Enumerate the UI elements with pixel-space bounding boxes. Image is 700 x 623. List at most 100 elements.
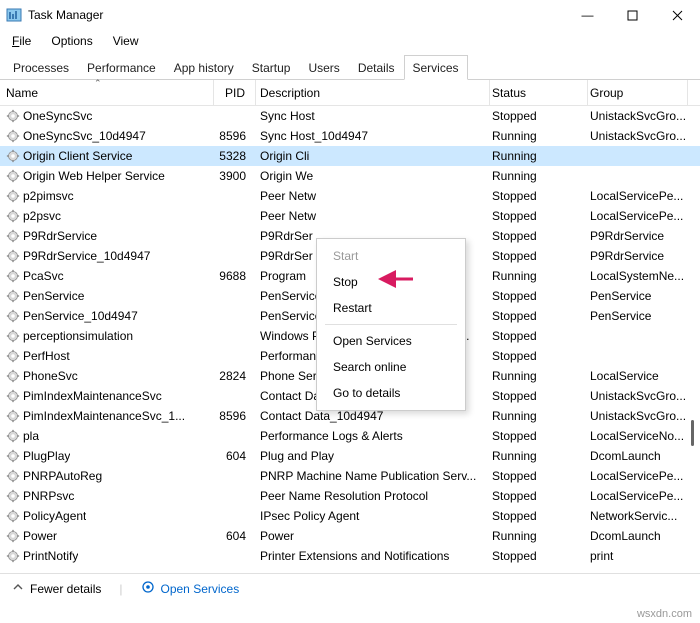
service-description: Origin Cli: [256, 149, 490, 163]
service-gear-icon: [6, 169, 20, 183]
service-status: Stopped: [490, 109, 588, 123]
menu-item-restart[interactable]: Restart: [317, 295, 465, 321]
service-name: OneSyncSvc: [23, 109, 92, 123]
service-name: PhoneSvc: [23, 369, 78, 383]
service-group: PenService: [588, 289, 688, 303]
service-group: PenService: [588, 309, 688, 323]
app-icon: [6, 7, 22, 23]
window-title: Task Manager: [28, 8, 103, 22]
service-group: LocalServicePe...: [588, 189, 688, 203]
header-group[interactable]: Group: [588, 80, 688, 105]
tab-app-history[interactable]: App history: [165, 55, 243, 79]
service-status: Stopped: [490, 469, 588, 483]
window-controls: —: [565, 0, 700, 30]
scrollbar-thumb[interactable]: [691, 420, 694, 446]
close-button[interactable]: [655, 0, 700, 30]
service-pid: 3900: [214, 169, 256, 183]
service-status: Running: [490, 129, 588, 143]
service-group: P9RdrService: [588, 229, 688, 243]
service-group: UnistackSvcGro...: [588, 129, 688, 143]
table-row[interactable]: p2pimsvcPeer NetwStoppedLocalServicePe..…: [0, 186, 700, 206]
table-row[interactable]: p2psvcPeer NetwStoppedLocalServicePe...: [0, 206, 700, 226]
service-gear-icon: [6, 289, 20, 303]
tab-users[interactable]: Users: [299, 55, 348, 79]
service-name: PolicyAgent: [23, 509, 86, 523]
service-status: Running: [490, 149, 588, 163]
header-name[interactable]: Name⌃: [6, 80, 214, 105]
menu-item-go-to-details[interactable]: Go to details: [317, 380, 465, 406]
service-gear-icon: [6, 129, 20, 143]
service-name: perceptionsimulation: [23, 329, 133, 343]
service-pid: 604: [214, 529, 256, 543]
service-gear-icon: [6, 229, 20, 243]
service-gear-icon: [6, 549, 20, 563]
service-group: DcomLaunch: [588, 449, 688, 463]
table-row[interactable]: PNRPAutoRegPNRP Machine Name Publication…: [0, 466, 700, 486]
service-group: LocalServicePe...: [588, 209, 688, 223]
service-gear-icon: [6, 269, 20, 283]
tab-strip: Processes Performance App history Startu…: [0, 52, 700, 80]
table-row[interactable]: plaPerformance Logs & AlertsStoppedLocal…: [0, 426, 700, 446]
service-name: PenService: [23, 289, 84, 303]
chevron-up-icon: [12, 581, 24, 596]
service-status: Running: [490, 529, 588, 543]
service-status: Stopped: [490, 209, 588, 223]
titlebar: Task Manager —: [0, 0, 700, 30]
tab-processes[interactable]: Processes: [4, 55, 78, 79]
menu-separator: [325, 324, 457, 325]
service-name: p2psvc: [23, 209, 61, 223]
service-name: P9RdrService_10d4947: [23, 249, 150, 263]
menubar: File Options View: [0, 30, 700, 52]
service-name: PimIndexMaintenanceSvc: [23, 389, 162, 403]
service-name: PNRPAutoReg: [23, 469, 102, 483]
table-row[interactable]: Origin Client Service5328Origin CliRunni…: [0, 146, 700, 166]
service-description: Contact Data_10d4947: [256, 409, 490, 423]
vertical-scrollbar[interactable]: [688, 240, 694, 620]
table-row[interactable]: PolicyAgentIPsec Policy AgentStoppedNetw…: [0, 506, 700, 526]
service-status: Running: [490, 409, 588, 423]
header-status[interactable]: Status: [490, 80, 588, 105]
table-row[interactable]: Power604PowerRunningDcomLaunch: [0, 526, 700, 546]
service-group: LocalSystemNe...: [588, 269, 688, 283]
service-gear-icon: [6, 489, 20, 503]
service-gear-icon: [6, 449, 20, 463]
open-services-link[interactable]: Open Services: [141, 580, 240, 597]
service-group: LocalServiceNo...: [588, 429, 688, 443]
service-gear-icon: [6, 149, 20, 163]
tab-startup[interactable]: Startup: [243, 55, 300, 79]
table-row[interactable]: PrintNotifyPrinter Extensions and Notifi…: [0, 546, 700, 566]
service-pid: 604: [214, 449, 256, 463]
service-status: Stopped: [490, 229, 588, 243]
menu-options[interactable]: Options: [41, 32, 102, 50]
watermark: wsxdn.com: [637, 608, 692, 620]
menu-view[interactable]: View: [103, 32, 149, 50]
table-row[interactable]: Origin Web Helper Service3900Origin WeRu…: [0, 166, 700, 186]
table-row[interactable]: PlugPlay604Plug and PlayRunningDcomLaunc…: [0, 446, 700, 466]
tab-services[interactable]: Services: [404, 55, 468, 80]
service-name: Power: [23, 529, 57, 543]
menu-item-start[interactable]: Start: [317, 243, 465, 269]
service-pid: 9688: [214, 269, 256, 283]
menu-item-open-services[interactable]: Open Services: [317, 328, 465, 354]
table-row[interactable]: OneSyncSvcSync HostStoppedUnistackSvcGro…: [0, 106, 700, 126]
header-description[interactable]: Description: [256, 80, 490, 105]
maximize-button[interactable]: [610, 0, 655, 30]
service-name: p2pimsvc: [23, 189, 74, 203]
table-row[interactable]: OneSyncSvc_10d49478596Sync Host_10d4947R…: [0, 126, 700, 146]
header-pid[interactable]: PID: [214, 80, 256, 105]
service-gear-icon: [6, 409, 20, 423]
service-group: P9RdrService: [588, 249, 688, 263]
service-description: Peer Name Resolution Protocol: [256, 489, 490, 503]
service-name: Origin Web Helper Service: [23, 169, 165, 183]
service-gear-icon: [6, 189, 20, 203]
menu-file[interactable]: File: [2, 32, 41, 50]
fewer-details-button[interactable]: Fewer details: [12, 581, 101, 596]
table-row[interactable]: PNRPsvcPeer Name Resolution ProtocolStop…: [0, 486, 700, 506]
service-status: Running: [490, 169, 588, 183]
tab-performance[interactable]: Performance: [78, 55, 165, 79]
service-group: LocalServicePe...: [588, 489, 688, 503]
minimize-button[interactable]: —: [565, 0, 610, 30]
service-group: UnistackSvcGro...: [588, 409, 688, 423]
tab-details[interactable]: Details: [349, 55, 404, 79]
menu-item-search-online[interactable]: Search online: [317, 354, 465, 380]
